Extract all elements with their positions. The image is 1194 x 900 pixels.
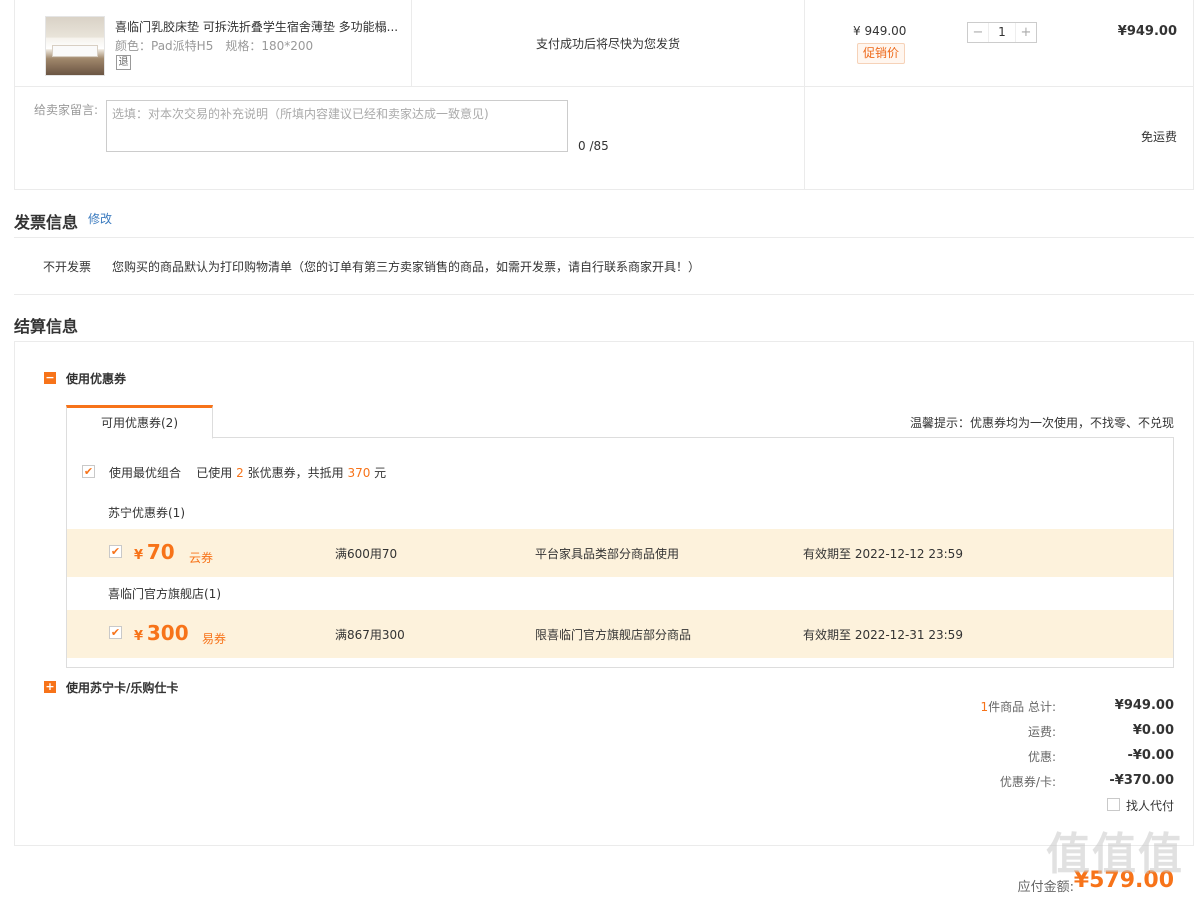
coupon-value: 300 [146, 621, 189, 645]
card-section-toggle[interactable]: 使用苏宁卡/乐购仕卡 [66, 679, 178, 696]
used-suffix: 元 [374, 466, 387, 480]
seller-message-input[interactable]: 选填：对本次交易的补充说明（所填内容建议已经和卖家达成一致意见) [106, 100, 568, 152]
product-size: 规格：180*200 [225, 39, 314, 53]
message-char-counter: 0 /85 [578, 139, 609, 153]
shipping-note: 支付成功后将尽快为您发货 [536, 37, 681, 51]
coupon-card-value: -¥370.00 [1109, 773, 1174, 788]
settlement-title: 结算信息 [14, 317, 79, 336]
coupon-validity: 有效期至 2022-12-31 23:59 [803, 628, 963, 642]
shipping-value: ¥0.00 [1132, 723, 1174, 738]
coupon-yen: ¥ [134, 629, 144, 644]
divider [804, 0, 805, 190]
unit-price: ¥ 949.00 [853, 24, 907, 38]
return-badge: 退 [116, 55, 131, 70]
coupon-threshold: 满867用300 [335, 628, 405, 642]
qty-input[interactable]: 1 [988, 23, 1016, 42]
proxy-pay-checkbox[interactable] [1107, 798, 1120, 811]
invoice-modify-link[interactable]: 修改 [88, 210, 112, 227]
items-total-value: ¥949.00 [1114, 698, 1174, 713]
coupon-scope: 限喜临门官方旗舰店部分商品 [535, 628, 692, 642]
items-count: 1 [980, 700, 989, 714]
quantity-stepper: − 1 + [967, 22, 1037, 43]
watermark: 值值值 [1046, 829, 1184, 880]
qty-decrease-button[interactable]: − [968, 23, 988, 42]
best-combo-checkbox[interactable]: ✔ [82, 465, 95, 478]
divider [15, 86, 1193, 87]
proxy-pay-label[interactable]: 找人代付 [1126, 797, 1174, 814]
promo-badge: 促销价 [857, 43, 905, 64]
coupon-type: 云券 [189, 551, 214, 565]
coupon-type: 易券 [202, 632, 227, 646]
product-thumbnail[interactable] [45, 16, 105, 76]
coupon-threshold: 满600用70 [335, 547, 398, 561]
coupon-group-label: 喜临门官方旗舰店(1) [108, 587, 221, 601]
used-count: 2 [236, 466, 244, 480]
expand-icon[interactable]: + [44, 681, 56, 693]
best-combo-summary: 使用最优组合 已使用 2 张优惠券，共抵用 370 元 [109, 464, 386, 481]
free-shipping-label: 免运费 [1140, 130, 1177, 144]
collapse-icon[interactable]: − [44, 372, 56, 384]
item-subtotal: ¥949.00 [1117, 24, 1177, 39]
shipping-label: 运费: [1027, 725, 1056, 739]
used-amount: 370 [347, 466, 371, 480]
discount-label: 优惠: [1027, 750, 1056, 764]
invoice-type: 不开发票 [43, 260, 92, 274]
coupon-amount: ¥ 70 [134, 540, 175, 564]
tab-available-coupons[interactable]: 可用优惠券(2) [66, 405, 213, 439]
coupon-amount: ¥ 300 [134, 621, 189, 645]
product-color: 颜色：Pad派特H5 [115, 39, 214, 53]
coupon-section-toggle[interactable]: 使用优惠券 [66, 370, 126, 387]
qty-increase-button[interactable]: + [1016, 23, 1036, 42]
invoice-title: 发票信息 [14, 213, 79, 232]
seller-message-label: 给卖家留言: [34, 103, 99, 117]
coupon-checkbox[interactable]: ✔ [109, 545, 122, 558]
coupon-yen: ¥ [134, 548, 144, 563]
coupon-group-label: 苏宁优惠券(1) [108, 506, 185, 520]
divider [411, 0, 412, 87]
coupon-checkbox[interactable]: ✔ [109, 626, 122, 639]
discount-value: -¥0.00 [1127, 748, 1174, 763]
best-combo-label: 使用最优组合 [109, 466, 182, 480]
coupon-tip: 温馨提示：优惠券均为一次使用，不找零、不兑现 [909, 416, 1174, 430]
coupon-value: 70 [146, 540, 175, 564]
coupon-card-label: 优惠券/卡: [999, 775, 1056, 789]
product-attributes: 颜色：Pad派特H5 规格：180*200 [115, 37, 325, 54]
items-total-label: 1件商品 总计: [936, 698, 1057, 715]
product-name[interactable]: 喜临门乳胶床垫 可拆洗折叠学生宿舍薄垫 多功能榻... [115, 18, 405, 35]
used-mid: 张优惠券，共抵用 [247, 466, 344, 480]
coupon-scope: 平台家具品类部分商品使用 [535, 547, 680, 561]
coupon-validity: 有效期至 2022-12-12 23:59 [803, 547, 963, 561]
invoice-description: 您购买的商品默认为打印购物清单（您的订单有第三方卖家销售的商品，如需开发票，请自… [112, 260, 701, 274]
used-prefix: 已使用 [196, 466, 233, 480]
items-label: 件商品 总计: [988, 700, 1056, 714]
